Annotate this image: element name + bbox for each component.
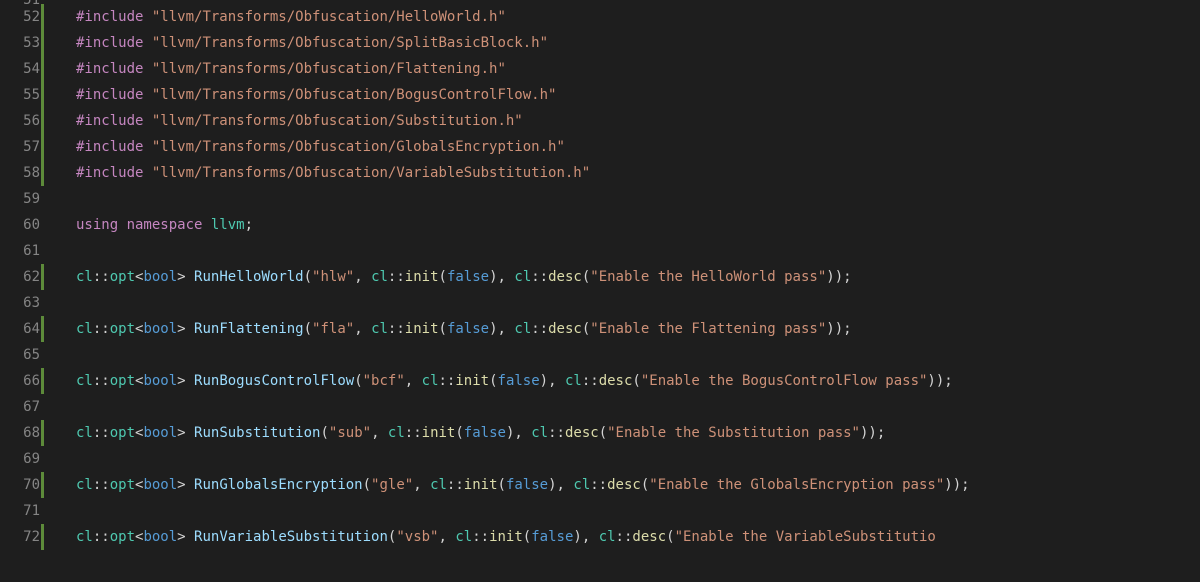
code-line[interactable]: #include "llvm/Transforms/Obfuscation/Sp…: [76, 30, 1200, 56]
line-number: 57: [0, 134, 40, 160]
line-number: 61: [0, 238, 40, 264]
code-line[interactable]: [76, 238, 1200, 264]
code-line[interactable]: cl::opt<bool> RunVariableSubstitution("v…: [76, 524, 1200, 550]
line-number: [0, 550, 40, 554]
code-editor[interactable]: 5152535455565758596061626364656667686970…: [0, 0, 1200, 582]
code-line[interactable]: cl::opt<bool> RunHelloWorld("hlw", cl::i…: [76, 264, 1200, 290]
diff-added-marker: [41, 56, 44, 82]
diff-added-marker: [41, 264, 44, 290]
line-number: 63: [0, 290, 40, 316]
line-number-gutter: 5152535455565758596061626364656667686970…: [0, 0, 58, 582]
code-line[interactable]: [76, 290, 1200, 316]
diff-added-marker: [41, 316, 44, 342]
code-line[interactable]: cl::opt<bool> RunGlobalsEncryption("gle"…: [76, 472, 1200, 498]
diff-added-marker: [41, 108, 44, 134]
diff-added-marker: [41, 524, 44, 550]
line-number: 68: [0, 420, 40, 446]
code-area[interactable]: #include "llvm/Transforms/Obfuscation/He…: [58, 0, 1200, 582]
line-number: 70: [0, 472, 40, 498]
line-number: 59: [0, 186, 40, 212]
code-line[interactable]: #include "llvm/Transforms/Obfuscation/Fl…: [76, 56, 1200, 82]
line-number: 55: [0, 82, 40, 108]
code-line[interactable]: #include "llvm/Transforms/Obfuscation/Va…: [76, 160, 1200, 186]
diff-added-marker: [41, 368, 44, 394]
line-number: 58: [0, 160, 40, 186]
line-number: 62: [0, 264, 40, 290]
line-number: 64: [0, 316, 40, 342]
code-line[interactable]: [76, 394, 1200, 420]
code-line[interactable]: [76, 498, 1200, 524]
line-number: 54: [0, 56, 40, 82]
line-number: 52: [0, 4, 40, 30]
diff-added-marker: [41, 472, 44, 498]
code-line[interactable]: cl::opt<bool> RunSubstitution("sub", cl:…: [76, 420, 1200, 446]
diff-added-marker: [41, 4, 44, 30]
code-line[interactable]: cl::opt<bool> RunFlattening("fla", cl::i…: [76, 316, 1200, 342]
line-number: 56: [0, 108, 40, 134]
code-line[interactable]: #include "llvm/Transforms/Obfuscation/Bo…: [76, 82, 1200, 108]
code-line[interactable]: #include "llvm/Transforms/Obfuscation/Gl…: [76, 134, 1200, 160]
code-line[interactable]: [76, 342, 1200, 368]
line-number: 67: [0, 394, 40, 420]
code-line[interactable]: cl::opt<bool> RunBogusControlFlow("bcf",…: [76, 368, 1200, 394]
line-number: 66: [0, 368, 40, 394]
code-line[interactable]: [76, 186, 1200, 212]
diff-added-marker: [41, 420, 44, 446]
code-line[interactable]: [76, 446, 1200, 472]
code-line[interactable]: using namespace llvm;: [76, 212, 1200, 238]
code-line[interactable]: [76, 550, 1200, 554]
line-number: 53: [0, 30, 40, 56]
diff-added-marker: [41, 134, 44, 160]
line-number: 71: [0, 498, 40, 524]
line-number: 65: [0, 342, 40, 368]
line-number: 60: [0, 212, 40, 238]
diff-added-marker: [41, 30, 44, 56]
code-line[interactable]: #include "llvm/Transforms/Obfuscation/He…: [76, 4, 1200, 30]
diff-added-marker: [41, 160, 44, 186]
line-number: 72: [0, 524, 40, 550]
line-number: 69: [0, 446, 40, 472]
diff-added-marker: [41, 82, 44, 108]
code-line[interactable]: #include "llvm/Transforms/Obfuscation/Su…: [76, 108, 1200, 134]
